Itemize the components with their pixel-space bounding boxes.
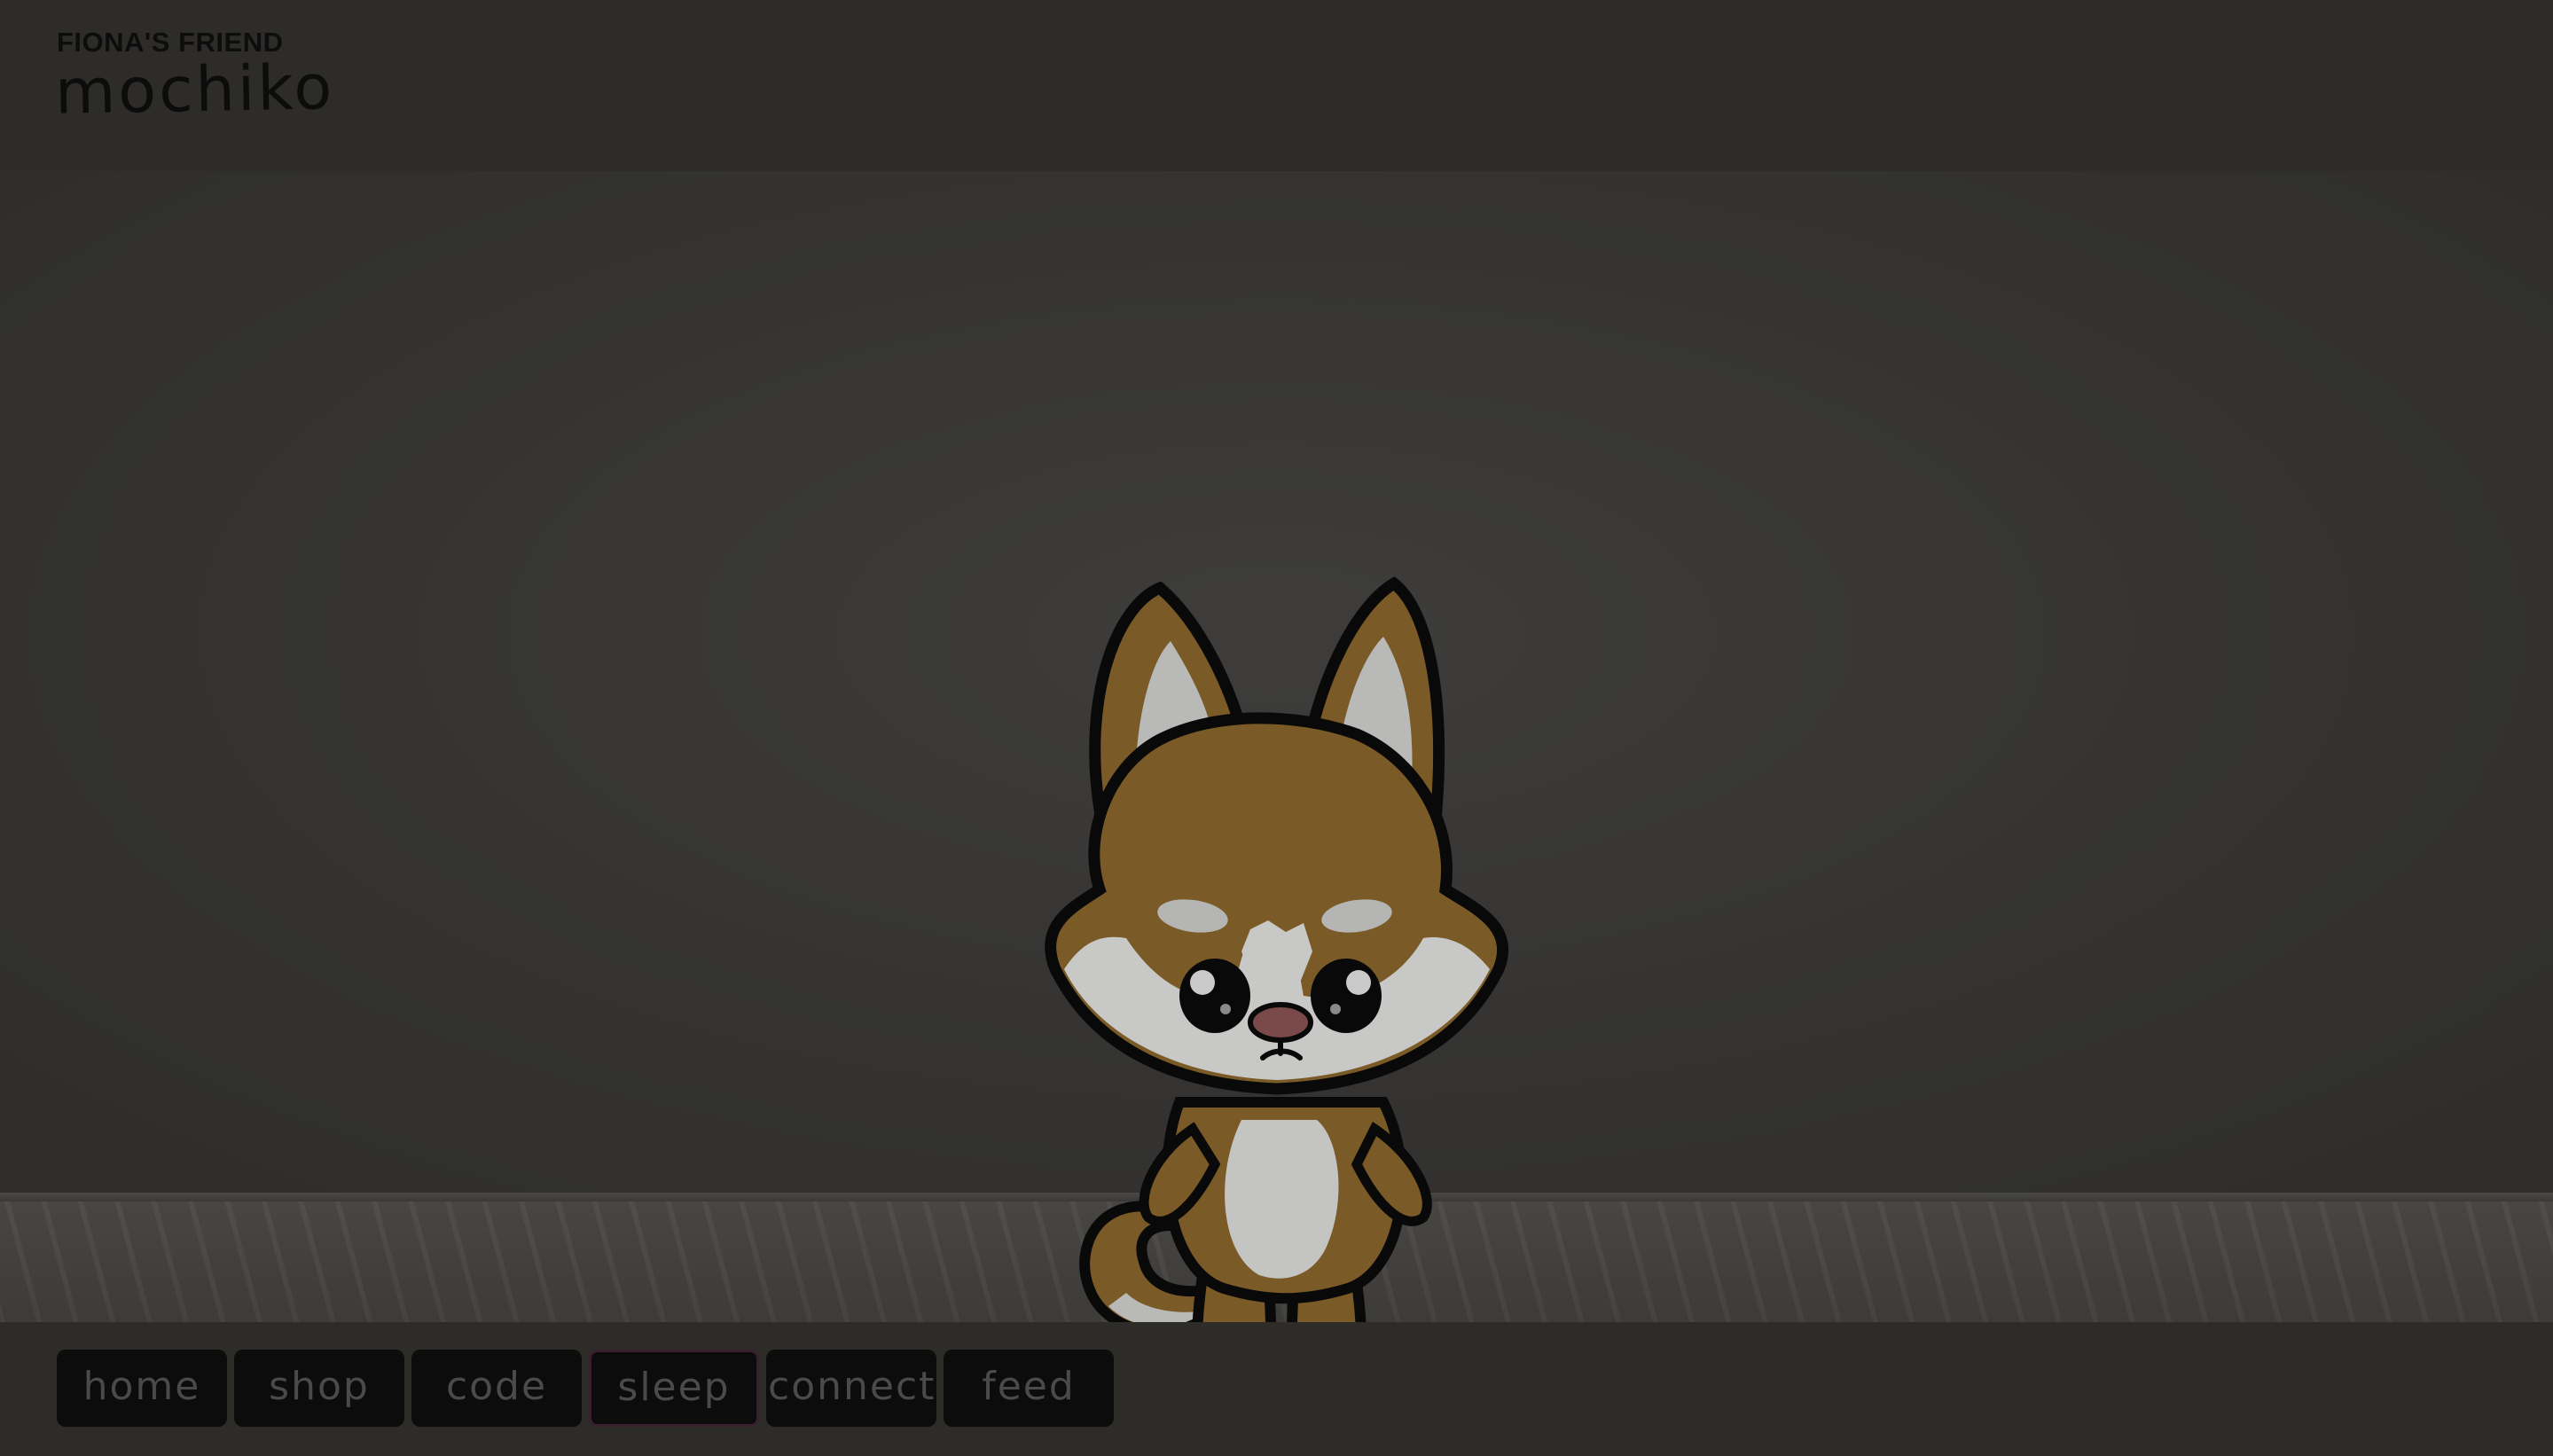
nav-code-button[interactable]: code — [411, 1350, 582, 1427]
nav-home-button[interactable]: home — [57, 1350, 227, 1427]
nav-feed-button[interactable]: feed — [944, 1350, 1114, 1427]
fox-eye-right — [1311, 959, 1382, 1033]
fox-nose — [1248, 1002, 1313, 1043]
bottom-nav: home shop code sleep connect feed — [0, 1322, 2553, 1456]
nav-connect-button[interactable]: connect — [766, 1350, 936, 1427]
fox-pet-illustration — [1045, 576, 1509, 1322]
header: FIONA'S FRIEND mochiko — [0, 0, 2553, 171]
pet-name: mochiko — [54, 51, 335, 129]
pet-scene — [0, 171, 2553, 1322]
app-root: FIONA'S FRIEND mochiko home shop code sl… — [0, 0, 2553, 1456]
fox-pet[interactable] — [1002, 428, 1552, 1322]
fox-eye-left — [1179, 959, 1250, 1033]
nav-sleep-button[interactable]: sleep — [589, 1350, 759, 1427]
nav-shop-button[interactable]: shop — [234, 1350, 404, 1427]
